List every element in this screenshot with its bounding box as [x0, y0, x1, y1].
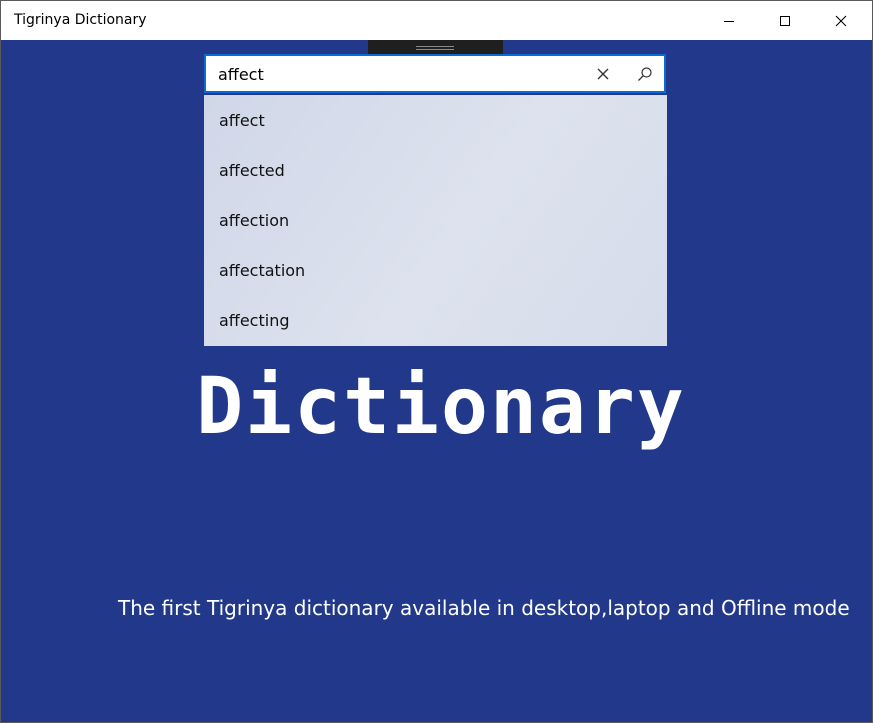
- maximize-button[interactable]: [762, 1, 808, 40]
- window-title: Tigrinya Dictionary: [14, 12, 147, 28]
- search-icon: [638, 67, 652, 81]
- suggestion-item[interactable]: affectation: [204, 245, 667, 295]
- page-title: Dictionary: [196, 362, 686, 452]
- clear-search-button[interactable]: [589, 60, 617, 88]
- close-icon: [835, 15, 847, 26]
- minimize-button[interactable]: [706, 1, 752, 40]
- tagline: The first Tigrinya dictionary available …: [118, 596, 850, 620]
- title-bar[interactable]: Tigrinya Dictionary: [1, 1, 872, 40]
- grip-icon: [416, 46, 454, 50]
- maximize-icon: [780, 15, 790, 26]
- main-content: affect affected affection affectation af…: [1, 40, 872, 722]
- suggestion-item[interactable]: affection: [204, 195, 667, 245]
- app-window: Tigrinya Dictionary affect affect affect…: [0, 0, 873, 723]
- close-icon: [597, 68, 609, 80]
- search-box[interactable]: [204, 54, 666, 93]
- search-button[interactable]: [631, 60, 659, 88]
- suggestion-item[interactable]: affect: [204, 95, 667, 145]
- search-input[interactable]: [218, 62, 578, 86]
- suggestion-item[interactable]: affecting: [204, 295, 667, 345]
- suggestion-item[interactable]: affected: [204, 145, 667, 195]
- minimize-icon: [724, 20, 734, 22]
- drag-handle[interactable]: [368, 40, 503, 54]
- suggestion-list: affect affected affection affectation af…: [204, 95, 667, 346]
- close-button[interactable]: [818, 1, 864, 40]
